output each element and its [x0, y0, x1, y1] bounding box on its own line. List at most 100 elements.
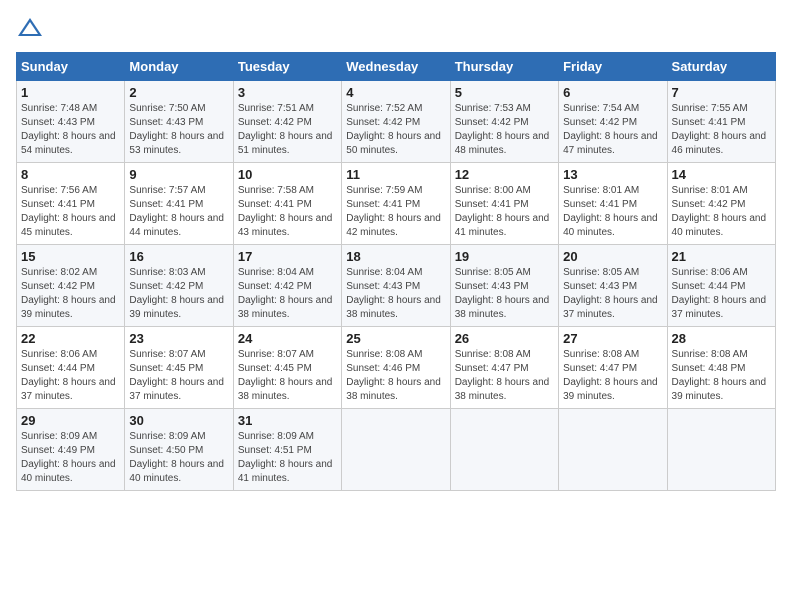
- day-info: Sunrise: 7:55 AMSunset: 4:41 PMDaylight:…: [672, 102, 771, 158]
- calendar-cell: 30 Sunrise: 8:09 AMSunset: 4:50 PMDaylig…: [125, 409, 233, 491]
- day-number: 1: [21, 85, 120, 100]
- calendar-cell: 26 Sunrise: 8:08 AMSunset: 4:47 PMDaylig…: [450, 327, 558, 409]
- calendar-cell: 19 Sunrise: 8:05 AMSunset: 4:43 PMDaylig…: [450, 245, 558, 327]
- day-info: Sunrise: 7:50 AMSunset: 4:43 PMDaylight:…: [129, 102, 228, 158]
- col-header-saturday: Saturday: [667, 53, 775, 81]
- calendar-cell: 31 Sunrise: 8:09 AMSunset: 4:51 PMDaylig…: [233, 409, 341, 491]
- day-info: Sunrise: 8:07 AMSunset: 4:45 PMDaylight:…: [129, 348, 228, 404]
- calendar-cell: 7 Sunrise: 7:55 AMSunset: 4:41 PMDayligh…: [667, 81, 775, 163]
- day-number: 30: [129, 413, 228, 428]
- day-number: 7: [672, 85, 771, 100]
- logo: [16, 16, 48, 40]
- day-number: 12: [455, 167, 554, 182]
- calendar-cell: 14 Sunrise: 8:01 AMSunset: 4:42 PMDaylig…: [667, 163, 775, 245]
- day-number: 4: [346, 85, 445, 100]
- logo-icon: [16, 16, 44, 40]
- day-info: Sunrise: 8:09 AMSunset: 4:51 PMDaylight:…: [238, 430, 337, 486]
- day-number: 14: [672, 167, 771, 182]
- calendar-cell: 23 Sunrise: 8:07 AMSunset: 4:45 PMDaylig…: [125, 327, 233, 409]
- day-info: Sunrise: 8:09 AMSunset: 4:50 PMDaylight:…: [129, 430, 228, 486]
- day-number: 24: [238, 331, 337, 346]
- calendar-cell: 10 Sunrise: 7:58 AMSunset: 4:41 PMDaylig…: [233, 163, 341, 245]
- day-number: 10: [238, 167, 337, 182]
- calendar-cell: 2 Sunrise: 7:50 AMSunset: 4:43 PMDayligh…: [125, 81, 233, 163]
- day-number: 6: [563, 85, 662, 100]
- calendar-cell: [450, 409, 558, 491]
- day-number: 26: [455, 331, 554, 346]
- col-header-tuesday: Tuesday: [233, 53, 341, 81]
- day-info: Sunrise: 8:02 AMSunset: 4:42 PMDaylight:…: [21, 266, 120, 322]
- calendar-cell: 12 Sunrise: 8:00 AMSunset: 4:41 PMDaylig…: [450, 163, 558, 245]
- calendar-cell: 16 Sunrise: 8:03 AMSunset: 4:42 PMDaylig…: [125, 245, 233, 327]
- calendar-cell: 1 Sunrise: 7:48 AMSunset: 4:43 PMDayligh…: [17, 81, 125, 163]
- day-info: Sunrise: 8:06 AMSunset: 4:44 PMDaylight:…: [21, 348, 120, 404]
- calendar-cell: 3 Sunrise: 7:51 AMSunset: 4:42 PMDayligh…: [233, 81, 341, 163]
- day-number: 21: [672, 249, 771, 264]
- day-info: Sunrise: 7:53 AMSunset: 4:42 PMDaylight:…: [455, 102, 554, 158]
- day-info: Sunrise: 8:06 AMSunset: 4:44 PMDaylight:…: [672, 266, 771, 322]
- day-info: Sunrise: 7:59 AMSunset: 4:41 PMDaylight:…: [346, 184, 445, 240]
- day-info: Sunrise: 8:01 AMSunset: 4:41 PMDaylight:…: [563, 184, 662, 240]
- day-number: 20: [563, 249, 662, 264]
- col-header-wednesday: Wednesday: [342, 53, 450, 81]
- calendar-cell: 20 Sunrise: 8:05 AMSunset: 4:43 PMDaylig…: [559, 245, 667, 327]
- day-number: 28: [672, 331, 771, 346]
- day-number: 16: [129, 249, 228, 264]
- page-header: [16, 16, 776, 40]
- calendar-cell: 15 Sunrise: 8:02 AMSunset: 4:42 PMDaylig…: [17, 245, 125, 327]
- day-info: Sunrise: 7:57 AMSunset: 4:41 PMDaylight:…: [129, 184, 228, 240]
- day-info: Sunrise: 8:08 AMSunset: 4:48 PMDaylight:…: [672, 348, 771, 404]
- day-info: Sunrise: 8:05 AMSunset: 4:43 PMDaylight:…: [455, 266, 554, 322]
- day-info: Sunrise: 8:08 AMSunset: 4:47 PMDaylight:…: [455, 348, 554, 404]
- day-number: 31: [238, 413, 337, 428]
- calendar-cell: 13 Sunrise: 8:01 AMSunset: 4:41 PMDaylig…: [559, 163, 667, 245]
- day-info: Sunrise: 7:54 AMSunset: 4:42 PMDaylight:…: [563, 102, 662, 158]
- day-number: 25: [346, 331, 445, 346]
- day-info: Sunrise: 8:08 AMSunset: 4:46 PMDaylight:…: [346, 348, 445, 404]
- col-header-thursday: Thursday: [450, 53, 558, 81]
- calendar-cell: 17 Sunrise: 8:04 AMSunset: 4:42 PMDaylig…: [233, 245, 341, 327]
- day-number: 23: [129, 331, 228, 346]
- calendar-table: SundayMondayTuesdayWednesdayThursdayFrid…: [16, 52, 776, 491]
- day-info: Sunrise: 7:58 AMSunset: 4:41 PMDaylight:…: [238, 184, 337, 240]
- calendar-cell: 21 Sunrise: 8:06 AMSunset: 4:44 PMDaylig…: [667, 245, 775, 327]
- calendar-cell: 4 Sunrise: 7:52 AMSunset: 4:42 PMDayligh…: [342, 81, 450, 163]
- day-info: Sunrise: 8:08 AMSunset: 4:47 PMDaylight:…: [563, 348, 662, 404]
- day-number: 5: [455, 85, 554, 100]
- calendar-cell: 27 Sunrise: 8:08 AMSunset: 4:47 PMDaylig…: [559, 327, 667, 409]
- calendar-cell: [559, 409, 667, 491]
- day-number: 17: [238, 249, 337, 264]
- day-number: 29: [21, 413, 120, 428]
- calendar-cell: 6 Sunrise: 7:54 AMSunset: 4:42 PMDayligh…: [559, 81, 667, 163]
- calendar-cell: 5 Sunrise: 7:53 AMSunset: 4:42 PMDayligh…: [450, 81, 558, 163]
- calendar-cell: 28 Sunrise: 8:08 AMSunset: 4:48 PMDaylig…: [667, 327, 775, 409]
- day-info: Sunrise: 8:09 AMSunset: 4:49 PMDaylight:…: [21, 430, 120, 486]
- col-header-sunday: Sunday: [17, 53, 125, 81]
- day-number: 18: [346, 249, 445, 264]
- day-number: 3: [238, 85, 337, 100]
- day-number: 13: [563, 167, 662, 182]
- calendar-cell: [667, 409, 775, 491]
- day-info: Sunrise: 8:05 AMSunset: 4:43 PMDaylight:…: [563, 266, 662, 322]
- day-number: 27: [563, 331, 662, 346]
- col-header-friday: Friday: [559, 53, 667, 81]
- day-info: Sunrise: 7:51 AMSunset: 4:42 PMDaylight:…: [238, 102, 337, 158]
- day-info: Sunrise: 8:04 AMSunset: 4:42 PMDaylight:…: [238, 266, 337, 322]
- day-info: Sunrise: 7:56 AMSunset: 4:41 PMDaylight:…: [21, 184, 120, 240]
- day-number: 22: [21, 331, 120, 346]
- calendar-cell: 22 Sunrise: 8:06 AMSunset: 4:44 PMDaylig…: [17, 327, 125, 409]
- day-info: Sunrise: 7:52 AMSunset: 4:42 PMDaylight:…: [346, 102, 445, 158]
- calendar-cell: 8 Sunrise: 7:56 AMSunset: 4:41 PMDayligh…: [17, 163, 125, 245]
- calendar-cell: 24 Sunrise: 8:07 AMSunset: 4:45 PMDaylig…: [233, 327, 341, 409]
- calendar-cell: [342, 409, 450, 491]
- day-number: 15: [21, 249, 120, 264]
- day-number: 11: [346, 167, 445, 182]
- calendar-cell: 29 Sunrise: 8:09 AMSunset: 4:49 PMDaylig…: [17, 409, 125, 491]
- calendar-cell: 25 Sunrise: 8:08 AMSunset: 4:46 PMDaylig…: [342, 327, 450, 409]
- day-number: 19: [455, 249, 554, 264]
- day-info: Sunrise: 8:04 AMSunset: 4:43 PMDaylight:…: [346, 266, 445, 322]
- calendar-cell: 9 Sunrise: 7:57 AMSunset: 4:41 PMDayligh…: [125, 163, 233, 245]
- day-info: Sunrise: 7:48 AMSunset: 4:43 PMDaylight:…: [21, 102, 120, 158]
- calendar-cell: 11 Sunrise: 7:59 AMSunset: 4:41 PMDaylig…: [342, 163, 450, 245]
- day-number: 2: [129, 85, 228, 100]
